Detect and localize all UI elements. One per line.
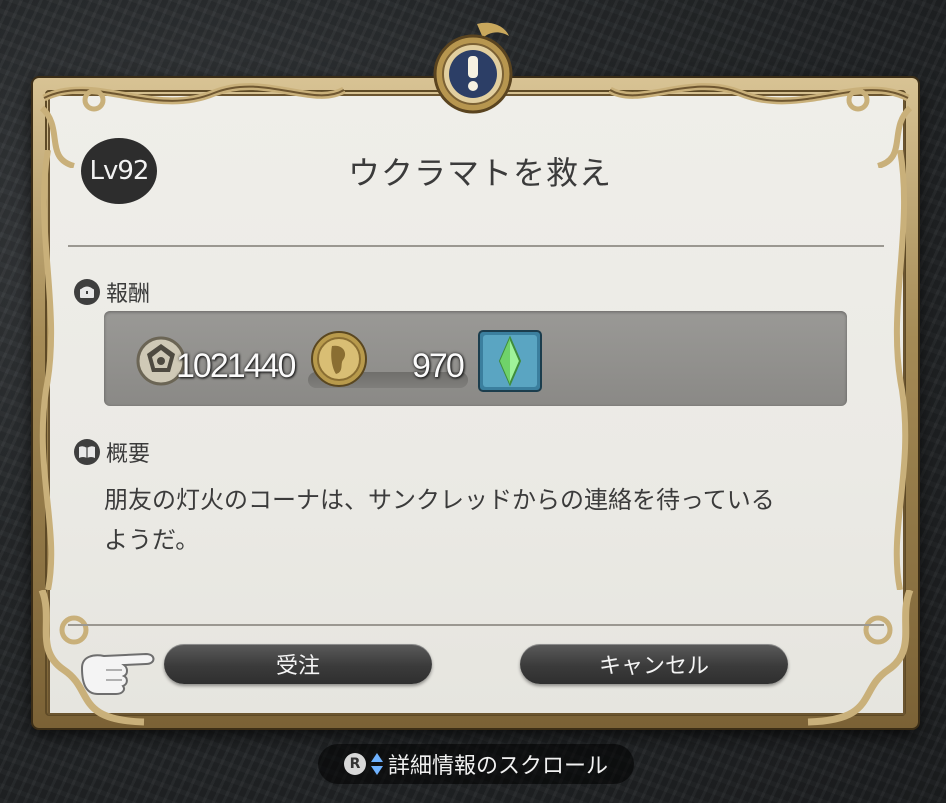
scroll-arrows-icon: [370, 753, 383, 775]
rewards-header: 報酬: [74, 276, 150, 308]
title-divider: [68, 245, 884, 247]
scroll-hint: R 詳細情報のスクロール: [318, 744, 634, 784]
summary-text: 朋友の灯火のコーナは、サンクレッドからの連絡を待っている ようだ。: [104, 480, 864, 560]
second-reward-amount: 970: [412, 347, 465, 385]
rewards-header-label: 報酬: [106, 282, 151, 307]
level-badge: Lv92: [81, 138, 157, 204]
exclamation-emblem-icon: [433, 22, 513, 114]
treasure-chest-icon: [74, 279, 100, 305]
buttons-divider: [68, 624, 884, 626]
summary-header-label: 概要: [106, 442, 151, 467]
summary-line-1: 朋友の灯火のコーナは、サンクレッドからの連絡を待っている: [104, 486, 775, 514]
scroll-hint-label: 詳細情報のスクロール: [387, 754, 608, 779]
accept-button[interactable]: 受注: [164, 644, 432, 684]
r-button-icon: R: [343, 753, 366, 775]
crystal-icon[interactable]: [478, 330, 542, 392]
gil-amount: 1021440: [176, 347, 296, 385]
tomestone-coin-icon[interactable]: [310, 330, 368, 388]
pointing-hand-icon: [80, 652, 155, 695]
cancel-button[interactable]: キャンセル: [520, 644, 788, 684]
summary-line-2: ようだ。: [104, 526, 200, 554]
summary-header: 概要: [74, 436, 150, 468]
quest-title: ウクラマトを救え: [347, 154, 612, 192]
open-book-icon: [74, 439, 100, 465]
